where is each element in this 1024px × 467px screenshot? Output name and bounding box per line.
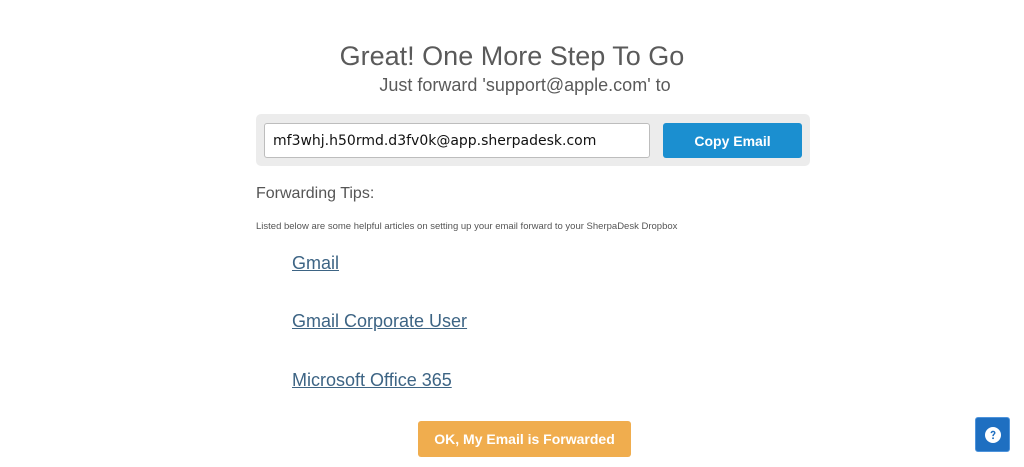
page-subtitle: Just forward 'support@apple.com' to — [379, 75, 671, 95]
email-forwarded-confirm-button[interactable]: OK, My Email is Forwarded — [418, 421, 631, 457]
copy-email-button[interactable]: Copy Email — [663, 123, 802, 158]
tip-link-gmail-corporate[interactable]: Gmail Corporate User — [292, 310, 467, 332]
copy-email-panel: Copy Email — [256, 114, 810, 166]
tip-link-office-365[interactable]: Microsoft Office 365 — [292, 369, 452, 391]
forwarding-setup-page: Great! One More Step To Go Just forward … — [0, 0, 1024, 467]
forwarding-email-field[interactable] — [264, 123, 650, 158]
help-button[interactable] — [975, 417, 1010, 452]
forwarding-tips-description: Listed below are some helpful articles o… — [256, 221, 678, 232]
page-title: Great! One More Step To Go — [339, 41, 685, 71]
tip-link-gmail[interactable]: Gmail — [292, 252, 339, 274]
question-circle-icon — [985, 427, 1001, 443]
forwarding-tips-heading: Forwarding Tips: — [256, 185, 375, 202]
